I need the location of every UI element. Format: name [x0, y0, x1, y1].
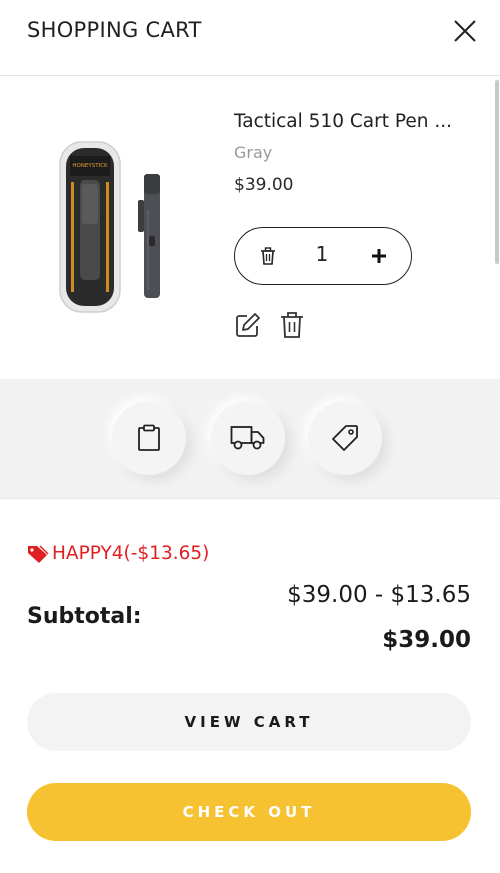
- close-button[interactable]: [450, 16, 480, 46]
- cart-title: SHOPPING CART: [27, 18, 202, 42]
- order-note-button[interactable]: [112, 401, 186, 475]
- subtotal-total: $39.00: [382, 627, 471, 653]
- coupon-button[interactable]: [308, 401, 382, 475]
- coupon-label: HAPPY4(-$13.65): [52, 543, 210, 564]
- tag-icon: [332, 425, 358, 451]
- trash-icon: [281, 312, 303, 338]
- product-image[interactable]: HONEYSTICK: [58, 140, 173, 315]
- edit-item-button[interactable]: [234, 311, 262, 339]
- truck-icon: [230, 426, 265, 450]
- subtotal-calculation: $39.00 - $13.65: [287, 582, 471, 608]
- quantity-stepper: 1: [234, 227, 412, 285]
- scrollbar[interactable]: [495, 80, 499, 264]
- checkout-button[interactable]: CHECK OUT: [27, 783, 471, 841]
- view-cart-button[interactable]: VIEW CART: [27, 693, 471, 751]
- remove-item-button[interactable]: [279, 311, 307, 339]
- plus-icon: [372, 249, 386, 263]
- cart-tools-bar: [0, 379, 500, 499]
- cart-header: SHOPPING CART: [0, 0, 500, 76]
- quantity-increase-button[interactable]: [367, 244, 391, 268]
- shipping-estimate-button[interactable]: [211, 401, 285, 475]
- trash-icon: [261, 247, 275, 265]
- product-name[interactable]: Tactical 510 Cart Pen ...: [234, 111, 474, 132]
- subtotal-label: Subtotal:: [27, 604, 142, 629]
- clipboard-icon: [138, 424, 160, 451]
- tag-icon: [27, 544, 49, 564]
- product-variant: Gray: [234, 143, 273, 162]
- quantity-remove-button[interactable]: [257, 245, 279, 267]
- product-price: $39.00: [234, 175, 294, 195]
- applied-coupon: HAPPY4(-$13.65): [27, 543, 209, 564]
- quantity-value[interactable]: 1: [307, 242, 337, 266]
- close-icon: [454, 20, 476, 42]
- edit-icon: [236, 313, 260, 337]
- package-brand-text: HONEYSTICK: [72, 163, 108, 169]
